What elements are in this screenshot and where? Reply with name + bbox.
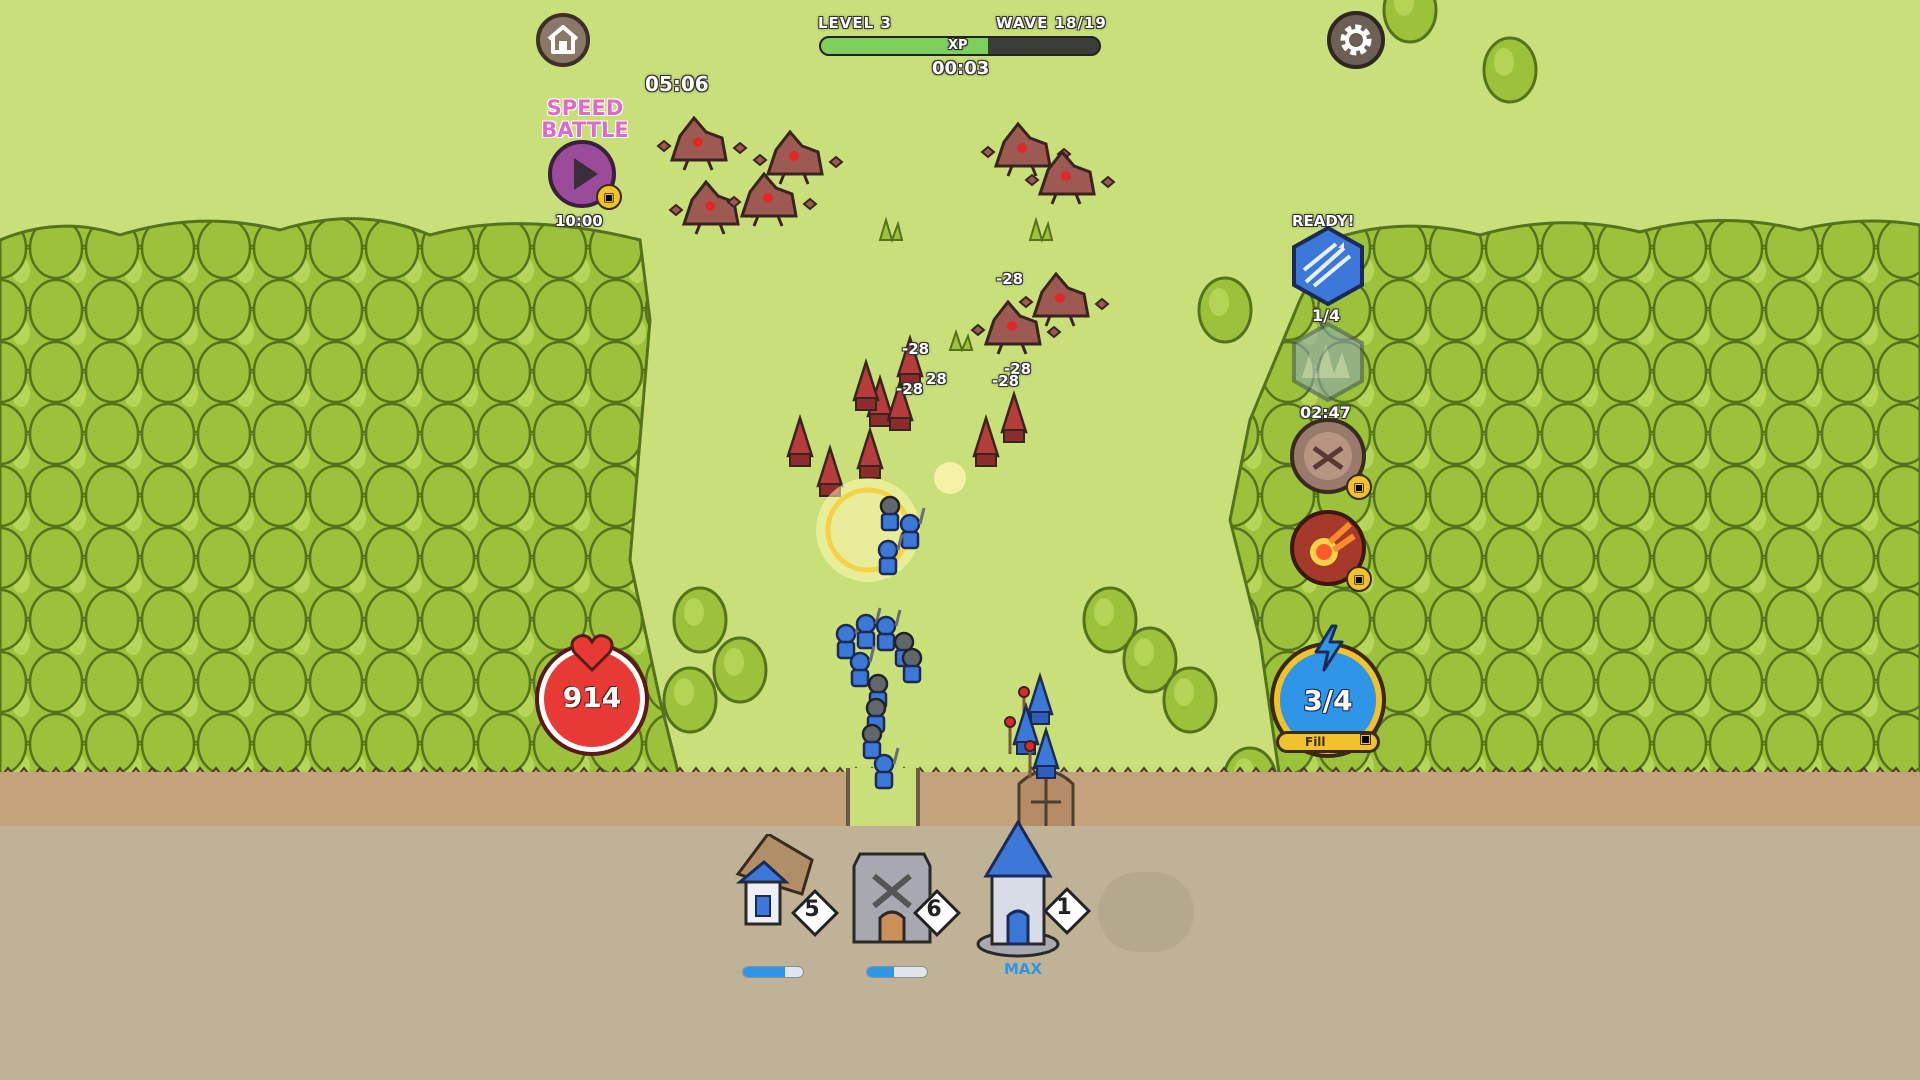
home-button[interactable] [536, 13, 590, 67]
settings-button[interactable] [1327, 11, 1385, 69]
mage-tower-icon [976, 819, 1060, 958]
gear-icon [1340, 24, 1372, 56]
archer-house-icon [735, 832, 814, 926]
damage-number: -28 [992, 372, 1020, 390]
lightning-icon [1314, 624, 1344, 672]
battle-timer: 05:06 [645, 72, 709, 96]
health-value: 914 [562, 681, 622, 714]
building-mage-tower[interactable]: 1 [974, 819, 1092, 960]
damage-number: -28 [896, 380, 924, 398]
barracks-progress-fill [867, 967, 894, 977]
build-area [0, 826, 1920, 1080]
building-barracks[interactable]: 6 [846, 846, 962, 954]
level-label: LEVEL 3 [818, 14, 892, 32]
damage-number: -28 [996, 270, 1024, 288]
speed-battle-timer: 10:00 [555, 212, 603, 230]
video-ad-icon: ▣ [1359, 731, 1373, 747]
video-ad-icon: ▣ [1346, 474, 1372, 500]
xp-label: XP [948, 38, 968, 53]
speed-battle-button[interactable]: ▣ [548, 140, 622, 210]
energy-value: 3/4 [1303, 684, 1353, 717]
spikes-icon [1292, 321, 1364, 403]
wave-timer: 00:03 [932, 58, 990, 79]
empty-building-slot[interactable] [1098, 872, 1194, 952]
damage-number: -28 [902, 340, 930, 358]
building-level: 5 [804, 897, 820, 922]
energy-fill-label: Fill [1305, 735, 1326, 749]
building-level: 6 [926, 897, 942, 922]
barracks-progress [866, 966, 928, 978]
archer-house-progress-fill [743, 967, 785, 977]
mage-tower-max-label: MAX [1003, 960, 1043, 978]
spikes-ability[interactable] [1288, 321, 1368, 403]
video-ad-icon: ▣ [1346, 566, 1372, 592]
arrow-rain-ability[interactable] [1288, 225, 1368, 307]
energy-fill-button[interactable]: Fill ▣ [1276, 731, 1380, 753]
meteor-ability-button[interactable]: ▣ [1290, 510, 1372, 592]
building-level: 1 [1056, 895, 1072, 920]
speed-battle-title: SPEED BATTLE [541, 96, 629, 142]
heart-icon [570, 634, 614, 672]
video-ad-icon: ▣ [596, 184, 622, 210]
home-icon [547, 25, 579, 54]
archer-house-progress [742, 966, 804, 978]
rage-ability-button[interactable]: ▣ [1290, 418, 1372, 500]
arrows-icon [1292, 225, 1364, 307]
battle-units [656, 116, 1116, 790]
damage-number: 28 [926, 370, 947, 388]
wave-label: WAVE 18/19 [996, 14, 1107, 32]
building-archer-house[interactable]: 5 [728, 832, 840, 954]
